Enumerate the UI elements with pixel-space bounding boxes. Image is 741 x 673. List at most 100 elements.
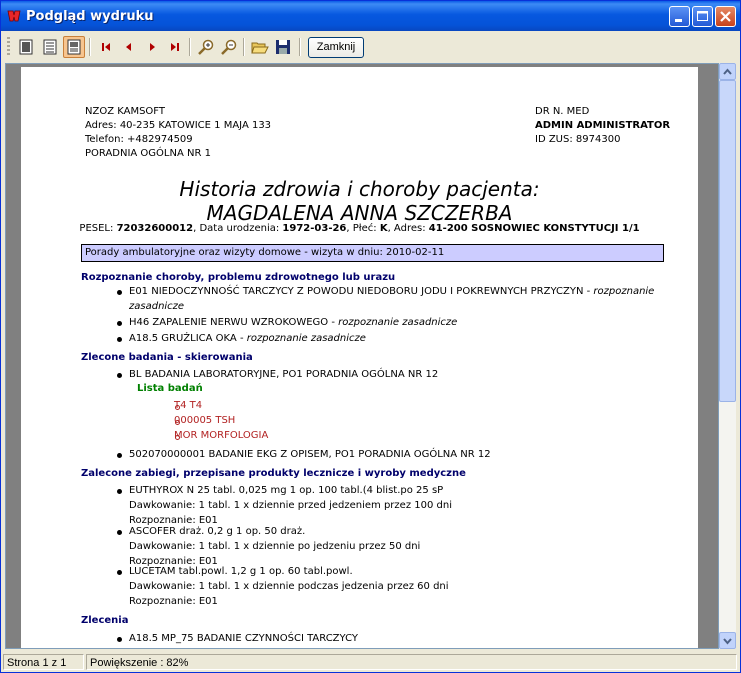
zoom-out-icon — [221, 39, 237, 55]
clinic-address: Adres: 40-235 KATOWICE 1 MAJA 133 — [85, 120, 272, 131]
close-icon — [720, 11, 731, 22]
single-page-icon — [19, 39, 33, 55]
preview-area[interactable]: NZOZ KAMSOFT Adres: 40-235 KATOWICE 1 MA… — [5, 63, 719, 649]
patient-details: PESEL: 72032600012, Data urodzenia: 1972… — [21, 223, 698, 234]
maximize-icon — [697, 11, 708, 21]
scroll-down-button[interactable] — [719, 632, 736, 649]
diagnosis-item: E01 NIEDOCZYNNOŚĆ TARCZYCY Z POWODU NIED… — [129, 284, 654, 299]
drug-item: LUCETAM tabl.powl. 1,2 g 1 op. 60 tabl.p… — [129, 564, 449, 609]
zoom-status: Powiększenie : 82% — [86, 654, 737, 670]
drug-dosage: Dawkowanie: 1 tabl. 1 x dziennie po jedz… — [129, 541, 421, 552]
bullet — [117, 637, 122, 642]
next-page-icon — [150, 43, 155, 51]
title-bar[interactable]: Podgląd wydruku — [1, 1, 740, 31]
prev-page-button[interactable] — [118, 36, 140, 58]
birthdate-value: 1972-03-26 — [282, 223, 347, 234]
test-item: MOR MORFOLOGIA — [174, 430, 269, 441]
clinic-unit: PORADNIA OGÓLNA NR 1 — [85, 148, 211, 159]
first-page-button[interactable] — [95, 36, 117, 58]
doctor-info: DR N. MED ADMIN ADMINISTRATOR ID ZUS: 89… — [535, 105, 670, 147]
vertical-scrollbar[interactable] — [719, 63, 736, 649]
bullet — [117, 570, 122, 575]
save-button[interactable] — [272, 36, 294, 58]
diagnosis-text: H46 ZAPALENIE NERWU WZROKOWEGO - — [129, 317, 339, 328]
next-page-button[interactable] — [141, 36, 163, 58]
bullet — [117, 321, 122, 326]
toolbar-separator — [89, 38, 91, 56]
multi-page-button[interactable] — [39, 36, 61, 58]
multi-page-icon — [43, 39, 57, 55]
drug-dosage: Dawkowanie: 1 tabl. 1 x dziennie przed j… — [129, 500, 452, 511]
doctor-zus-id: ID ZUS: 8974300 — [535, 134, 621, 145]
app-icon — [7, 10, 21, 22]
diagnosis-item: H46 ZAPALENIE NERWU WZROKOWEGO - rozpozn… — [129, 315, 457, 330]
diagnosis-type: rozpoznanie — [593, 286, 655, 297]
scroll-up-button[interactable] — [719, 63, 736, 80]
test-item: 000005 TSH — [174, 415, 236, 426]
drug-item: ASCOFER draż. 0,2 g 1 op. 50 draż. Dawko… — [129, 524, 420, 569]
toolbar-grip[interactable] — [7, 37, 10, 57]
page-width-button[interactable] — [63, 36, 85, 58]
scroll-thumb[interactable] — [719, 80, 736, 402]
diagnosis-type: zasadnicze — [129, 301, 185, 312]
diagnosis-type: rozpoznanie zasadnicze — [246, 333, 366, 344]
clinic-info: NZOZ KAMSOFT Adres: 40-235 KATOWICE 1 MA… — [85, 105, 271, 161]
zoom-in-icon — [198, 39, 214, 55]
doctor-name: ADMIN ADMINISTRATOR — [535, 120, 671, 131]
order-item: A18.5 MP_75 BADANIE CZYNNOŚCI TARCZYCY — [129, 633, 359, 644]
section-prescriptions-heading: Zalecone zabiegi, przepisane produkty le… — [81, 468, 466, 479]
bullet — [117, 453, 122, 458]
diagnosis-item: A18.5 GRUŹLICA OKA - rozpoznanie zasadni… — [129, 331, 366, 346]
last-page-icon — [171, 43, 179, 51]
referral-item: BL BADANIA LABORATORYJNE, PO1 PORADNIA O… — [129, 369, 439, 380]
drug-dosage: Dawkowanie: 1 tabl. 1 x dziennie podczas… — [129, 581, 449, 592]
close-window-button[interactable] — [715, 6, 736, 27]
minimize-button[interactable] — [669, 6, 690, 27]
patient-name: MAGDALENA ANNA SZCZERBA — [206, 201, 513, 225]
bullet — [117, 337, 122, 342]
visit-header: Porady ambulatoryjne oraz wizyty domowe … — [81, 244, 664, 262]
page-width-icon — [67, 39, 81, 55]
close-preview-button[interactable]: Zamknij — [308, 37, 364, 58]
drug-item: EUTHYROX N 25 tabl. 0,025 mg 1 op. 100 t… — [129, 483, 452, 528]
address-label: , Adres: — [387, 223, 429, 234]
pesel-value: 72032600012 — [116, 223, 194, 234]
open-icon — [251, 42, 269, 54]
doctor-title: DR N. MED — [535, 106, 590, 117]
minimize-icon — [675, 19, 682, 22]
window-title: Podgląd wydruku — [26, 9, 154, 24]
test-item: T4 T4 — [174, 400, 203, 411]
drug-diagnosis: Rozpoznanie: E01 — [129, 596, 218, 607]
clinic-phone: Telefon: +482974509 — [85, 134, 193, 145]
diagnosis-type-continued: zasadnicze — [129, 299, 184, 314]
sex-value: K — [379, 223, 388, 234]
bullet — [117, 530, 122, 535]
first-page-icon — [102, 43, 110, 51]
toolbar-separator — [299, 38, 301, 56]
zoom-out-button[interactable] — [218, 36, 240, 58]
single-page-button[interactable] — [15, 36, 37, 58]
save-icon — [276, 40, 290, 54]
birthdate-label: , Data urodzenia: — [193, 223, 283, 234]
bullet — [117, 489, 122, 494]
maximize-button[interactable] — [692, 6, 713, 27]
bullet — [117, 290, 122, 295]
status-bar: Strona 1 z 1 Powiększenie : 82% — [1, 652, 740, 672]
test-list-label: Lista badań — [137, 383, 203, 394]
toolbar-separator — [243, 38, 245, 56]
toolbar-separator — [189, 38, 191, 56]
diagnosis-text: E01 NIEDOCZYNNOŚĆ TARCZYCY Z POWODU NIED… — [129, 286, 594, 297]
diagnosis-type: rozpoznanie zasadnicze — [338, 317, 458, 328]
drug-name: EUTHYROX N 25 tabl. 0,025 mg 1 op. 100 t… — [129, 485, 444, 496]
diagnosis-text: A18.5 GRUŹLICA OKA - — [129, 333, 247, 344]
open-button[interactable] — [249, 36, 271, 58]
page-status: Strona 1 z 1 — [3, 654, 84, 670]
pesel-label: PESEL: — [79, 223, 117, 234]
section-orders-heading: Zlecenia — [81, 615, 129, 626]
drug-name: LUCETAM tabl.powl. 1,2 g 1 op. 60 tabl.p… — [129, 566, 353, 577]
arrow-up-icon — [723, 68, 732, 75]
print-preview-window: Podgląd wydruku Zamknij NZOZ KAMSOFT Adr… — [0, 0, 741, 673]
sex-label: , Płeć: — [346, 223, 380, 234]
last-page-button[interactable] — [164, 36, 186, 58]
zoom-in-button[interactable] — [195, 36, 217, 58]
